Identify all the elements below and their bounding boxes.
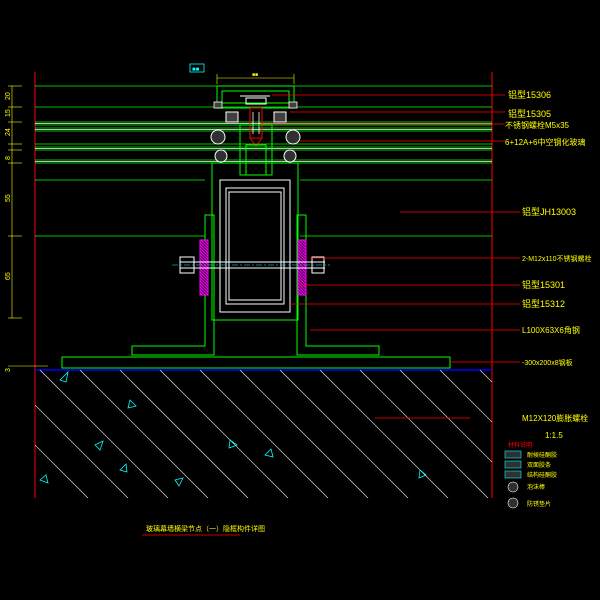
legend-item-3: 泡沫棒	[527, 483, 545, 491]
dim-left-6: 3	[5, 368, 12, 372]
callout-jh13003: 铝型JH13003	[522, 206, 576, 217]
cap-profile	[216, 85, 295, 109]
drawing-title: 玻璃幕墙横梁节点（一）隐框构件详图	[146, 524, 265, 533]
legend-swatch-2	[504, 470, 522, 479]
dim-left-5: 65	[5, 272, 12, 280]
legend-item-0: 耐候硅酮胶	[527, 451, 557, 459]
gasket-group	[210, 111, 301, 163]
callout-15312: 铝型15312	[522, 298, 565, 309]
callout-bolt-m5: 不锈钢螺栓M5x35	[505, 120, 570, 130]
callout-angle: L100X63X6角钢	[522, 325, 580, 335]
top-tag-text: ■■	[192, 67, 200, 73]
dim-left-1: 15	[5, 109, 12, 117]
legend-item-1: 双面胶条	[527, 461, 551, 469]
dim-left-3: 8	[5, 156, 12, 160]
concrete-slab	[35, 369, 492, 498]
legend-swatch-1	[504, 460, 522, 469]
callout-base-plate: -300x200x8钢板	[522, 358, 573, 367]
top-dim-text: ■■	[252, 72, 258, 78]
base-plate	[61, 356, 451, 369]
dim-left-0: 20	[5, 92, 12, 100]
legend-header: 材料说明:	[508, 441, 534, 449]
dim-left-2: 24	[5, 128, 12, 136]
callout-15301: 铝型15301	[522, 279, 565, 290]
legend-swatch-4	[507, 497, 519, 509]
callout-m12-bolt: 2-M12x110不锈钢螺栓	[522, 254, 592, 263]
glass-white-lines	[35, 123, 492, 162]
main-mullion	[211, 162, 299, 321]
scale-text: 1:1.5	[545, 431, 563, 440]
legend: 材料说明: 耐候硅酮胶 双面胶条 结构硅酮胶 泡沫棒 防锈垫片	[504, 441, 557, 509]
callout-glass: 6+12A+6中空钢化玻璃	[505, 137, 585, 147]
callout-15305: 铝型15305	[508, 108, 551, 119]
legend-item-2: 结构硅酮胶	[527, 471, 557, 479]
legend-swatch-0	[504, 450, 522, 459]
legend-swatch-3	[507, 481, 519, 493]
legend-item-4: 防锈垫片	[527, 500, 551, 508]
bolt-m5	[249, 107, 263, 147]
callout-anchor: M12X120膨胀螺栓	[522, 413, 588, 423]
dim-left-4: 55	[5, 194, 12, 202]
leader-lines	[262, 94, 520, 363]
cad-drawing: ■■ ■■ 20 15 24 8 55 65 3 铝型15306 铝型15305…	[0, 0, 600, 600]
callout-15306: 铝型15306	[508, 89, 551, 100]
